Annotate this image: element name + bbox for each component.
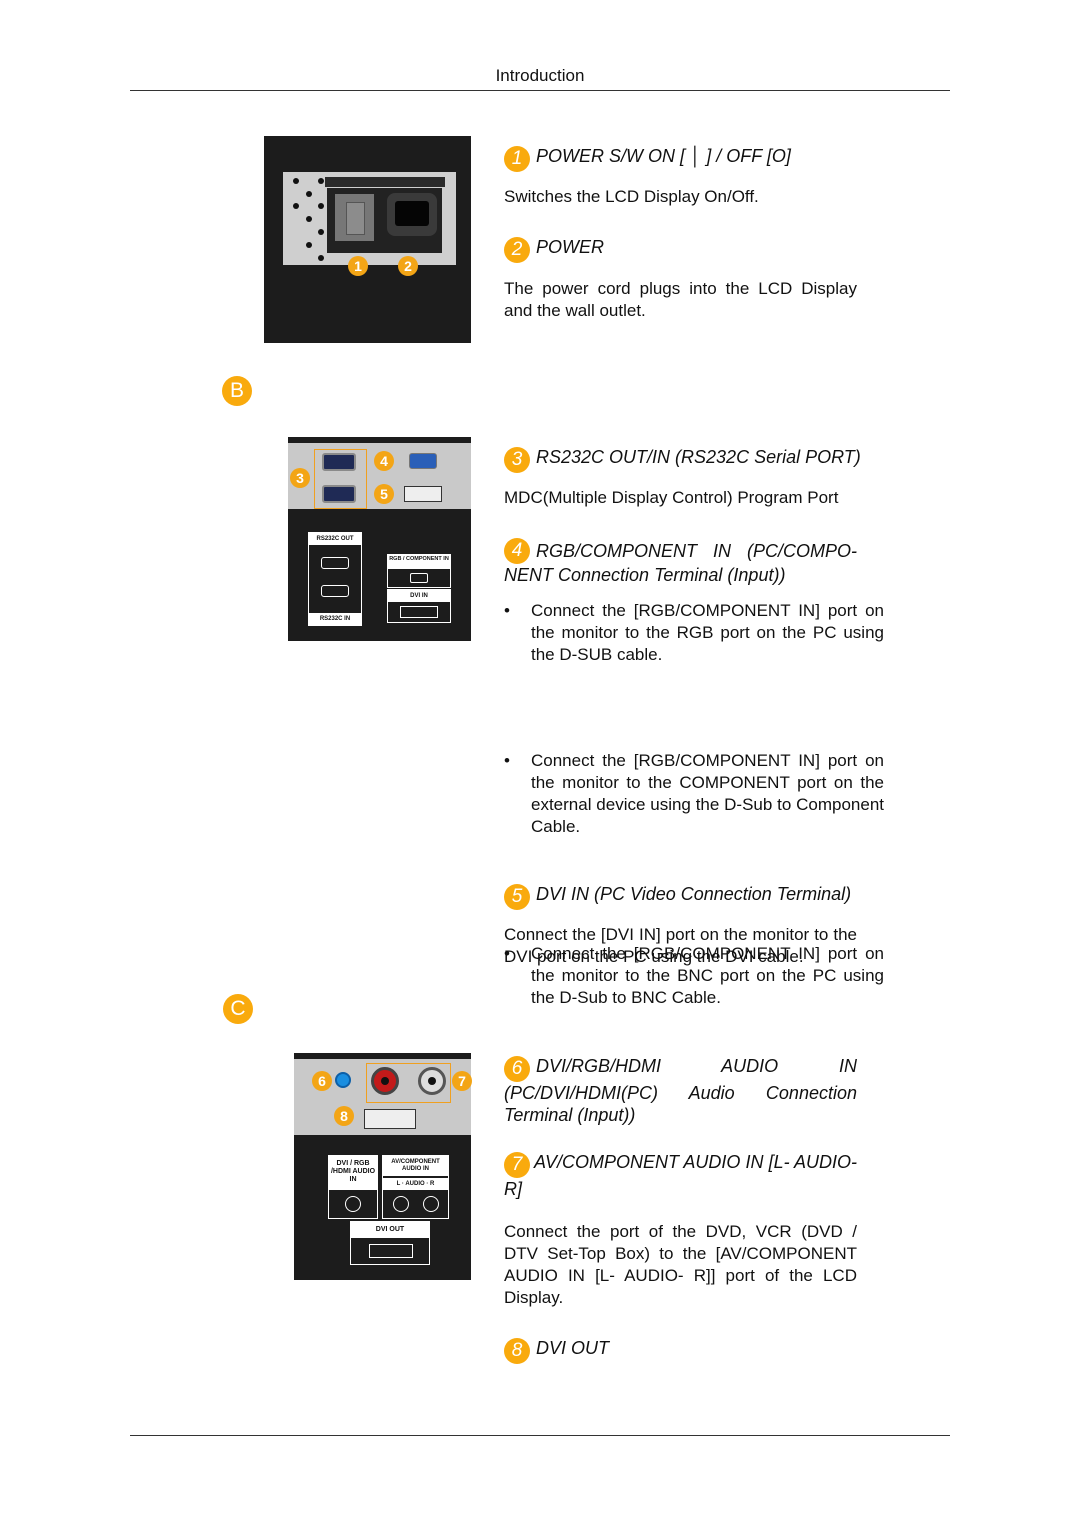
item-3-title: RS232C OUT/IN (RS232C Serial PORT)	[536, 447, 861, 467]
item-7-body: Connect the port of the DVD, VCR (DVD / …	[504, 1222, 857, 1307]
item-8-title: DVI OUT	[536, 1338, 610, 1358]
audio-l-jack-icon	[418, 1067, 446, 1095]
rs232c-in-label: RS232C IN	[309, 613, 361, 625]
item-4-title-line2: NENT Connection Terminal (Input))	[504, 565, 786, 585]
item-4-heading: 4 RGB/COMPONENT IN (PC/COMPO- NENT Conne…	[504, 538, 857, 586]
power-panel-image: 1 2	[264, 136, 471, 343]
rs232c-out-label: RS232C OUT	[309, 533, 361, 545]
rear-panel-b-image: 3 4 5 RS232C OUT RS232C IN RGB / COMPONE…	[288, 437, 471, 641]
dvi-in-port-icon	[404, 486, 442, 502]
header-rule	[130, 90, 950, 91]
number-badge-7: 7	[504, 1152, 530, 1178]
callout-4: 4	[374, 451, 394, 471]
audio-lr-label: L · AUDIO · R	[383, 1178, 448, 1190]
dvi-out-port-icon	[364, 1109, 416, 1129]
item-4-bullet-1: Connect the [RGB/COMPONENT IN] port on t…	[504, 600, 884, 666]
footer-rule	[130, 1435, 950, 1436]
item-3-body: MDC(Multiple Display Control) Program Po…	[504, 488, 839, 507]
callout-5: 5	[374, 484, 394, 504]
number-badge-1: 1	[504, 146, 530, 172]
callout-8: 8	[334, 1106, 354, 1126]
item-2-title: POWER	[536, 237, 605, 257]
section-badge-b: B	[222, 376, 252, 406]
number-badge-3: 3	[504, 447, 530, 473]
rgb-component-port-group: RGB / COMPONENT IN	[387, 554, 451, 588]
number-badge-8: 8	[504, 1338, 530, 1364]
item-7-title: AV/COMPONENT AUDIO IN [L- AUDIO-R]	[504, 1152, 857, 1199]
rs232c-port-group: RS232C OUT RS232C IN	[308, 532, 362, 626]
callout-7: 7	[452, 1071, 472, 1091]
rgb-component-label: RGB / COMPONENT IN	[388, 555, 450, 569]
item-4-bullet-2: Connect the [RGB/COMPONENT IN] port on t…	[504, 750, 884, 838]
rs232c-in-port-icon	[322, 485, 356, 503]
item-5-body: Connect the [DVI IN] port on the monitor…	[504, 925, 857, 966]
audio-r-jack-icon	[371, 1067, 399, 1095]
power-panel-plate	[283, 172, 456, 265]
item-2-heading: 2 POWER	[504, 236, 857, 263]
dvi-in-label: DVI IN	[388, 590, 450, 602]
number-badge-2: 2	[504, 237, 530, 263]
callout-1: 1	[348, 256, 368, 276]
rear-panel-c-image: 6 7 8 DVI / RGB /HDMI AUDIO IN AV/COMPON…	[294, 1053, 472, 1280]
item-4-title-line1: RGB/COMPONENT IN (PC/COMPO-	[536, 541, 857, 561]
av-component-audio-group: AV/COMPONENT AUDIO IN L · AUDIO · R	[382, 1155, 449, 1219]
power-socket-area	[327, 188, 442, 253]
dvi-in-port-group: DVI IN	[387, 589, 451, 623]
dvi-out-port-group: DVI OUT	[350, 1221, 430, 1265]
rs232c-out-port-icon	[322, 453, 356, 471]
page-header-title: Introduction	[495, 66, 585, 85]
item-8-heading: 8 DVI OUT	[504, 1337, 857, 1364]
item-5-heading: 5 DVI IN (PC Video Connection Terminal)	[504, 883, 857, 910]
dvi-rgb-hdmi-audio-group: DVI / RGB /HDMI AUDIO IN	[328, 1155, 378, 1219]
audio-in-jack-icon	[335, 1072, 351, 1088]
dvi-rgb-hdmi-audio-label: DVI / RGB /HDMI AUDIO IN	[329, 1156, 377, 1190]
item-6-title: DVI/RGB/HDMI AUDIO IN (PC/DVI/HDMI(PC) A…	[504, 1056, 857, 1125]
rgb-component-port-icon	[409, 453, 437, 469]
item-6-heading: 6 DVI/RGB/HDMI AUDIO IN (PC/DVI/HDMI(PC) …	[504, 1055, 857, 1126]
power-switch-icon	[335, 194, 374, 241]
item-1-heading: 1 POWER S/W ON [ │ ] / OFF [O]	[504, 145, 857, 172]
power-inlet-icon	[387, 193, 437, 236]
dvi-out-label: DVI OUT	[351, 1222, 429, 1238]
callout-2: 2	[398, 256, 418, 276]
callout-3: 3	[290, 468, 310, 488]
item-5-title: DVI IN (PC Video Connection Terminal)	[536, 884, 852, 904]
number-badge-6: 6	[504, 1056, 530, 1082]
av-component-audio-label: AV/COMPONENT AUDIO IN	[383, 1156, 448, 1176]
item-2-body: The power cord plugs into the LCD Displa…	[504, 279, 857, 320]
item-1-title: POWER S/W ON [ │ ] / OFF [O]	[536, 146, 791, 166]
item-3-heading: 3 RS232C OUT/IN (RS232C Serial PORT)	[504, 446, 861, 473]
item-7-heading: 7 AV/COMPONENT AUDIO IN [L- AUDIO-R]	[504, 1151, 857, 1200]
callout-6: 6	[312, 1071, 332, 1091]
section-badge-c: C	[223, 994, 253, 1024]
number-badge-4: 4	[504, 538, 530, 564]
number-badge-5: 5	[504, 884, 530, 910]
item-1-body: Switches the LCD Display On/Off.	[504, 187, 759, 206]
